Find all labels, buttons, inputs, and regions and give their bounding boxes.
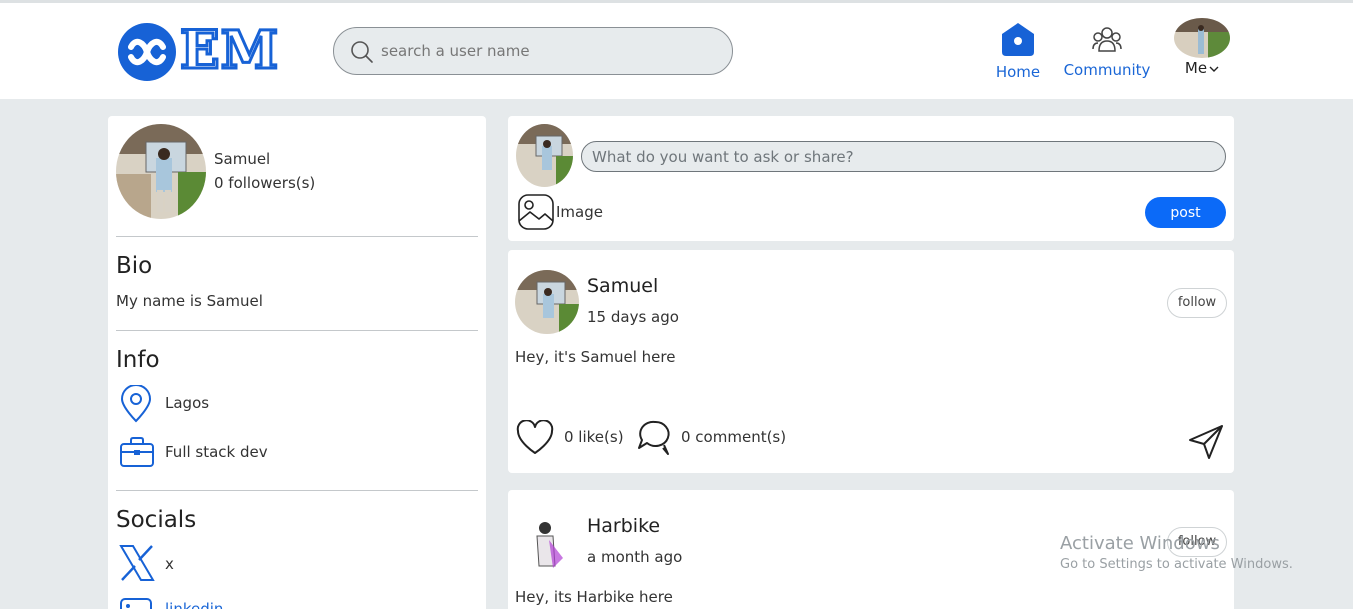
composer-avatar bbox=[516, 124, 573, 187]
follow-button[interactable]: follow bbox=[1167, 527, 1227, 557]
post-button[interactable]: post bbox=[1145, 197, 1226, 228]
home-icon bbox=[1002, 23, 1034, 56]
app-logo[interactable]: EM bbox=[118, 19, 288, 83]
divider bbox=[116, 490, 478, 491]
post-time: a month ago bbox=[587, 548, 683, 566]
post-composer: Image post bbox=[508, 116, 1234, 241]
profile-avatar[interactable] bbox=[116, 124, 206, 219]
post-text: Hey, it's Samuel here bbox=[515, 348, 676, 366]
nav-home[interactable]: Home bbox=[992, 21, 1044, 81]
info-location: Lagos bbox=[165, 394, 210, 412]
post-card: Harbike a month ago follow Hey, its Harb… bbox=[508, 490, 1234, 609]
search-box[interactable] bbox=[333, 27, 733, 75]
search-icon bbox=[351, 41, 373, 63]
nav-me[interactable]: Me bbox=[1172, 18, 1232, 77]
post-author-name[interactable]: Samuel bbox=[587, 275, 658, 297]
info-heading: Info bbox=[116, 347, 160, 373]
top-header: EM Home Community bbox=[0, 3, 1353, 99]
heart-icon[interactable] bbox=[515, 420, 555, 456]
nav-me-label: Me bbox=[1185, 59, 1219, 77]
nav-home-label: Home bbox=[995, 63, 1041, 81]
profile-name[interactable]: Samuel bbox=[214, 150, 270, 168]
comment-icon[interactable] bbox=[633, 418, 673, 456]
x-logo-icon[interactable] bbox=[118, 544, 156, 582]
community-icon bbox=[1092, 27, 1122, 52]
nav-community[interactable]: Community bbox=[1058, 25, 1156, 79]
comment-count: 0 comment(s) bbox=[681, 428, 787, 446]
bio-heading: Bio bbox=[116, 253, 153, 279]
profile-card: Samuel 0 followers(s) Bio My name is Sam… bbox=[108, 116, 486, 609]
profile-followers: 0 followers(s) bbox=[214, 174, 316, 192]
nav-community-label: Community bbox=[1063, 61, 1151, 79]
image-icon[interactable] bbox=[517, 193, 555, 231]
like-count: 0 like(s) bbox=[564, 428, 624, 446]
composer-input[interactable] bbox=[581, 141, 1226, 172]
post-time: 15 days ago bbox=[587, 308, 679, 326]
briefcase-icon bbox=[120, 437, 154, 467]
follow-button[interactable]: follow bbox=[1167, 288, 1227, 318]
post-author-avatar[interactable] bbox=[515, 510, 579, 574]
divider bbox=[116, 236, 478, 237]
bio-text: My name is Samuel bbox=[116, 292, 263, 310]
image-label[interactable]: Image bbox=[556, 203, 603, 221]
me-avatar bbox=[1174, 18, 1230, 58]
logo-text: EM bbox=[178, 19, 280, 82]
post-author-name[interactable]: Harbike bbox=[587, 515, 660, 537]
post-card: Samuel 15 days ago follow Hey, it's Samu… bbox=[508, 250, 1234, 473]
divider bbox=[116, 330, 478, 331]
post-author-avatar[interactable] bbox=[515, 270, 579, 334]
post-text: Hey, its Harbike here bbox=[515, 588, 673, 606]
search-input[interactable] bbox=[381, 38, 711, 64]
socials-heading: Socials bbox=[116, 507, 197, 533]
location-pin-icon bbox=[120, 385, 152, 423]
social-linkedin-link[interactable]: linkedin bbox=[165, 600, 223, 609]
linkedin-icon[interactable] bbox=[119, 597, 153, 609]
logo-mark bbox=[118, 23, 176, 81]
send-icon[interactable] bbox=[1187, 423, 1225, 461]
info-job: Full stack dev bbox=[165, 443, 268, 461]
chevron-down-icon bbox=[1209, 66, 1219, 72]
social-x-link[interactable]: x bbox=[165, 555, 174, 573]
